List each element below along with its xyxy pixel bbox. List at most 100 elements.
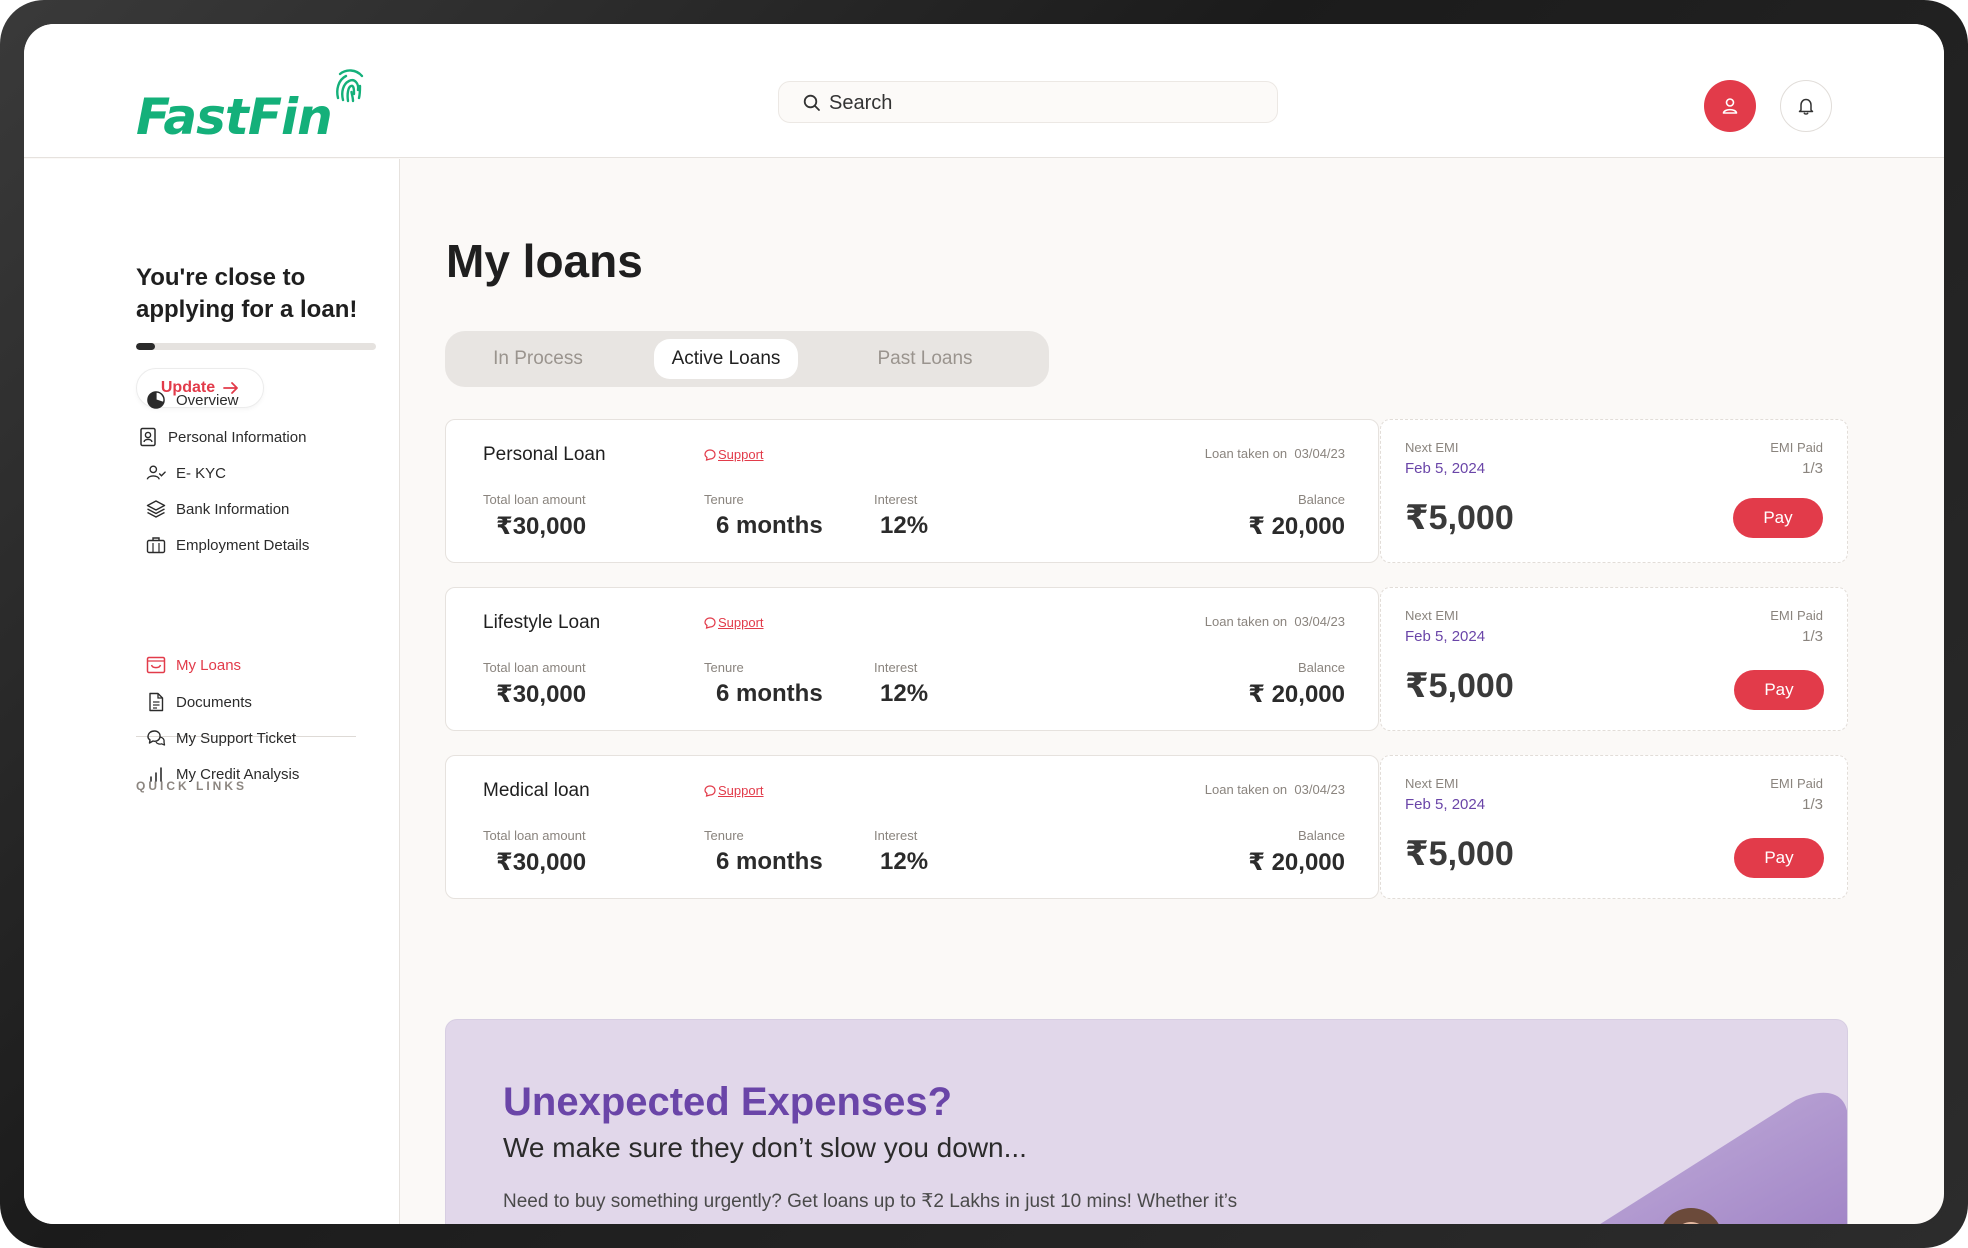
- pay-button[interactable]: Pay: [1734, 838, 1824, 878]
- search-bar[interactable]: [778, 81, 1278, 123]
- loan-name: Personal Loan: [483, 444, 606, 465]
- tenure-value: 6 months: [716, 512, 823, 539]
- quick-link-label: My Loans: [176, 656, 242, 674]
- next-emi-label: Next EMI: [1405, 776, 1459, 791]
- quick-link-my-support-ticket[interactable]: My Support Ticket: [146, 728, 296, 748]
- total-amount-value: ₹30,000: [496, 681, 587, 708]
- pay-button[interactable]: Pay: [1734, 670, 1824, 710]
- chat-icon: [146, 728, 166, 748]
- total-amount-label: Total loan amount: [483, 660, 586, 675]
- loan-taken-date: Loan taken on 03/04/23: [1205, 614, 1345, 629]
- fingerprint-icon: [336, 69, 364, 103]
- loan-card[interactable]: Lifestyle Loan Support Loan taken on 03/…: [445, 587, 1379, 731]
- emi-paid-label: EMI Paid: [1770, 608, 1823, 623]
- support-label: Support: [718, 447, 764, 462]
- loan-taken-value: 03/04/23: [1294, 782, 1345, 797]
- user-check-icon: [146, 463, 166, 483]
- loan-taken-label: Loan taken on: [1204, 782, 1288, 797]
- quick-link-label: Documents: [176, 693, 252, 711]
- loan-card[interactable]: Medical loan Support Loan taken on 03/04…: [445, 755, 1379, 899]
- tab-past-loans[interactable]: Past Loans: [833, 339, 1017, 379]
- nav-label: E- KYC: [176, 464, 227, 482]
- total-amount-label: Total loan amount: [483, 828, 586, 843]
- loan-taken-date: Loan taken on 03/04/23: [1205, 782, 1345, 797]
- emi-paid-value: 1/3: [1802, 628, 1823, 645]
- tenure-label: Tenure: [704, 828, 744, 843]
- support-label: Support: [718, 783, 764, 798]
- emi-amount: ₹5,000: [1405, 499, 1514, 537]
- balance-value: ₹ 20,000: [1248, 681, 1345, 708]
- banner-subtitle: We make sure they don’t slow you down...: [503, 1132, 1027, 1163]
- search-input[interactable]: [829, 90, 1249, 116]
- id-card-icon: [138, 427, 158, 447]
- next-emi-date: Feb 5, 2024: [1405, 628, 1486, 645]
- layers-icon: [146, 499, 166, 519]
- loan-progress-title: You're close to applying for a loan!: [136, 264, 358, 323]
- emi-card: Next EMI Feb 5, 2024 EMI Paid 1/3 ₹5,000…: [1380, 587, 1848, 731]
- emi-card: Next EMI Feb 5, 2024 EMI Paid 1/3 ₹5,000…: [1380, 755, 1848, 899]
- loan-tabs: In Process Active Loans Past Loans: [445, 331, 1049, 387]
- inbox-icon: [146, 655, 166, 675]
- nav-item-employment-details[interactable]: Employment Details: [146, 535, 309, 555]
- nav-item-overview[interactable]: Overview: [146, 390, 239, 410]
- loan-card[interactable]: Personal Loan Support Loan taken on 03/0…: [445, 419, 1379, 563]
- page-title: My loans: [446, 235, 643, 287]
- emi-amount: ₹5,000: [1405, 835, 1514, 873]
- total-amount-value: ₹30,000: [496, 513, 587, 540]
- briefcase-icon: [146, 535, 166, 555]
- sidebar: You're close to applying for a loan! Upd…: [24, 159, 400, 1224]
- balance-value: ₹ 20,000: [1248, 513, 1345, 540]
- interest-value: 12%: [880, 512, 929, 539]
- quick-link-my-loans[interactable]: My Loans: [146, 655, 241, 675]
- nav-item-personal-information[interactable]: Personal Information: [138, 427, 306, 447]
- tab-active-loans[interactable]: Active Loans: [654, 339, 798, 379]
- banner-title: Unexpected Expenses?: [503, 1080, 953, 1124]
- next-emi-date: Feb 5, 2024: [1405, 460, 1486, 477]
- quick-link-documents[interactable]: Documents: [146, 692, 252, 712]
- search-icon: [803, 94, 820, 111]
- quick-link-my-credit-analysis[interactable]: My Credit Analysis: [146, 764, 299, 784]
- tenure-label: Tenure: [704, 660, 744, 675]
- balance-label: Balance: [1298, 828, 1345, 843]
- total-amount-label: Total loan amount: [483, 492, 586, 507]
- emi-paid-label: EMI Paid: [1770, 776, 1823, 791]
- support-link[interactable]: Support: [704, 615, 764, 630]
- quick-link-label: My Credit Analysis: [176, 765, 300, 783]
- emi-paid-label: EMI Paid: [1770, 440, 1823, 455]
- tenure-label: Tenure: [704, 492, 744, 507]
- notifications-button[interactable]: [1780, 80, 1832, 132]
- chat-bubble-icon: [704, 448, 716, 461]
- pay-button[interactable]: Pay: [1733, 498, 1823, 538]
- loan-name: Medical loan: [483, 780, 590, 801]
- support-link[interactable]: Support: [704, 447, 764, 462]
- next-emi-label: Next EMI: [1405, 608, 1459, 623]
- quick-link-label: My Support Ticket: [176, 729, 297, 747]
- emi-paid-value: 1/3: [1802, 796, 1823, 813]
- banner-illustration: [1600, 1092, 1847, 1224]
- tab-in-process[interactable]: In Process: [453, 339, 623, 379]
- banner-text: Need to buy something urgently? Get loan…: [503, 1191, 1238, 1212]
- bar-chart-icon: [146, 764, 166, 784]
- user-icon: [1722, 98, 1738, 114]
- progress-fill: [136, 343, 156, 350]
- application-progress-bar: [136, 343, 376, 350]
- nav-item-bank-information[interactable]: Bank Information: [146, 499, 289, 519]
- emi-card: Next EMI Feb 5, 2024 EMI Paid 1/3 ₹5,000…: [1380, 419, 1848, 563]
- chat-bubble-icon: [704, 616, 716, 629]
- support-link[interactable]: Support: [704, 783, 764, 798]
- next-emi-date: Feb 5, 2024: [1405, 796, 1486, 813]
- loan-taken-value: 03/04/23: [1294, 614, 1345, 629]
- profile-button[interactable]: [1704, 80, 1756, 132]
- pie-chart-icon: [146, 390, 166, 410]
- emi-amount: ₹5,000: [1405, 667, 1514, 705]
- total-amount-value: ₹30,000: [496, 849, 587, 876]
- interest-label: Interest: [874, 828, 918, 843]
- bell-icon: [1798, 98, 1814, 115]
- nav-label: Bank Information: [176, 500, 290, 518]
- loan-taken-date: Loan taken on 03/04/23: [1205, 446, 1345, 461]
- interest-label: Interest: [874, 492, 918, 507]
- promo-banner: Unexpected Expenses? We make sure they d…: [445, 1019, 1848, 1224]
- balance-label: Balance: [1298, 660, 1345, 675]
- nav-item-e-kyc[interactable]: E- KYC: [146, 463, 226, 483]
- device-frame: FastFin Search You're close to applying …: [0, 0, 1968, 1248]
